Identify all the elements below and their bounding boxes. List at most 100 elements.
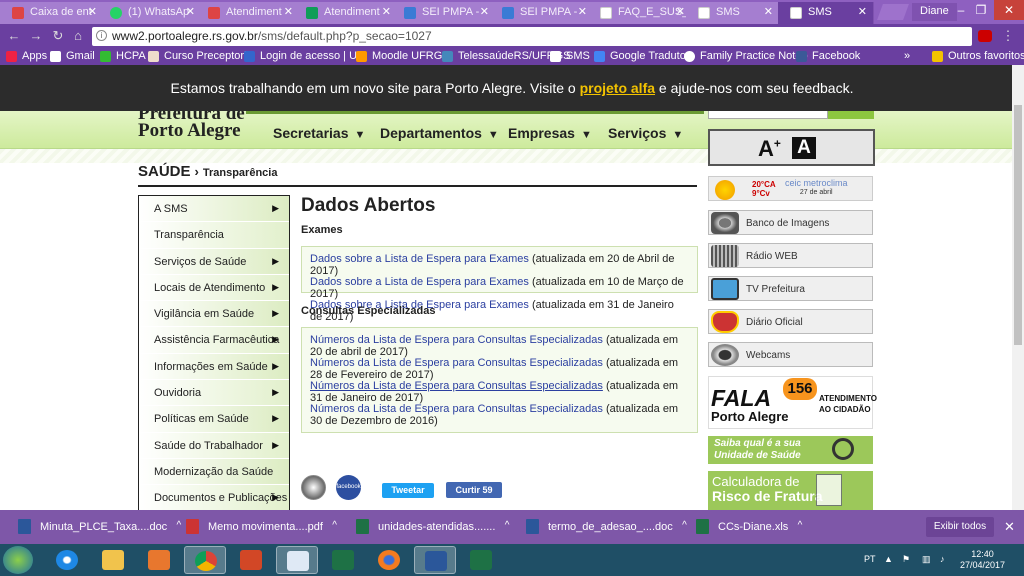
tab-gmail[interactable]: Caixa de ent ✕: [0, 2, 104, 24]
nav-servicos[interactable]: Serviços ▼: [608, 125, 683, 141]
tab-atendimento-mail[interactable]: Atendiment ✕: [196, 2, 300, 24]
taskbar-chrome[interactable]: [184, 546, 226, 574]
fala-156-banner[interactable]: FALA 156 Porto Alegre ATENDIMENTO AO CIDA…: [708, 376, 877, 429]
bookmark-gmail[interactable]: Gmail: [50, 50, 95, 62]
menu-item-servicos-saude[interactable]: Serviços de Saúde ▶: [139, 248, 289, 275]
taskbar-notepad[interactable]: [276, 546, 318, 574]
nav-secretarias[interactable]: Secretarias ▼: [273, 125, 365, 141]
scrollbar-thumb[interactable]: [1014, 105, 1022, 345]
sidebar-radio-web[interactable]: Rádio WEB: [708, 243, 873, 268]
facebook-icon[interactable]: facebook: [336, 475, 361, 500]
download-item[interactable]: Minuta_PLCE_Taxa....doc ^: [10, 516, 181, 538]
close-tab-icon[interactable]: ✕: [88, 5, 97, 18]
bookmark-sms[interactable]: SMS: [550, 50, 590, 62]
taskbar-explorer[interactable]: [92, 546, 134, 574]
calculadora-banner[interactable]: Calculadora de Risco de Fratura: [708, 471, 873, 510]
forward-icon[interactable]: →: [28, 28, 44, 44]
consultas-link[interactable]: Números da Lista de Espera para Consulta…: [310, 403, 603, 415]
maximize-icon[interactable]: ❐: [970, 0, 992, 20]
tab-sei-2[interactable]: SEI PMPA - ✕: [490, 2, 594, 24]
menu-icon[interactable]: ⋮: [1000, 28, 1016, 44]
close-tab-icon[interactable]: ✕: [480, 5, 489, 18]
nav-empresas[interactable]: Empresas ▼: [508, 125, 592, 141]
close-tab-icon[interactable]: ✕: [676, 5, 685, 18]
menu-item-modernizacao[interactable]: Modernização da Saúde: [139, 458, 289, 486]
nav-departamentos[interactable]: Departamentos ▼: [380, 125, 499, 141]
bookmark-family[interactable]: Family Practice Noteb: [684, 50, 808, 62]
consultas-link[interactable]: Números da Lista de Espera para Consulta…: [310, 357, 603, 369]
chevron-up-icon[interactable]: ^: [682, 520, 687, 531]
menu-item-ouvidoria[interactable]: Ouvidoria ▶: [139, 380, 289, 407]
font-increase-button[interactable]: A+: [758, 136, 781, 162]
taskbar-excel-2[interactable]: [460, 546, 502, 574]
info-icon[interactable]: i: [96, 30, 107, 41]
like-button[interactable]: Curtir 59: [446, 482, 502, 498]
close-window-icon[interactable]: ✕: [994, 0, 1024, 20]
tab-atendimento-sheet[interactable]: Atendiment ✕: [294, 2, 398, 24]
close-tab-icon[interactable]: ✕: [764, 5, 773, 18]
menu-item-transparencia[interactable]: Transparência: [139, 222, 289, 249]
home-icon[interactable]: ⌂: [70, 28, 86, 44]
taskbar-powerpoint[interactable]: [230, 546, 272, 574]
prefeitura-logo[interactable]: Prefeitura de Porto Alegre: [138, 111, 245, 140]
download-item[interactable]: Memo movimenta....pdf ^: [178, 516, 337, 538]
exames-link[interactable]: Dados sobre a Lista de Espera para Exame…: [310, 253, 529, 265]
tab-faq[interactable]: FAQ_E_SUS_ ✕: [588, 2, 692, 24]
language-indicator[interactable]: PT: [864, 554, 876, 564]
reload-icon[interactable]: ↻: [50, 28, 66, 44]
breadcrumb-section[interactable]: SAÚDE: [138, 163, 191, 180]
taskbar-excel-1[interactable]: [322, 546, 364, 574]
taskbar-word[interactable]: [414, 546, 456, 574]
consultas-link[interactable]: Números da Lista de Espera para Consulta…: [310, 334, 603, 346]
taskbar-clock[interactable]: 12:40 27/04/2017: [960, 549, 1005, 571]
menu-item-politicas[interactable]: Políticas em Saúde ▶: [139, 406, 289, 433]
download-item[interactable]: termo_de_adesao_....doc ^: [518, 516, 687, 538]
tweet-button[interactable]: Tweetar: [382, 483, 434, 498]
chevron-up-icon[interactable]: ^: [505, 520, 510, 531]
bookmark-hcpa[interactable]: HCPA: [100, 50, 146, 62]
sidebar-webcams[interactable]: Webcams: [708, 342, 873, 367]
bookmarks-overflow[interactable]: »: [904, 50, 910, 62]
contrast-button[interactable]: A: [792, 137, 816, 159]
flag-icon[interactable]: ⚑: [902, 554, 910, 565]
close-tab-icon[interactable]: ✕: [284, 5, 293, 18]
sidebar-tv-prefeitura[interactable]: TV Prefeitura: [708, 276, 873, 301]
menu-item-locais[interactable]: Locais de Atendimento ▶: [139, 274, 289, 302]
close-tab-icon[interactable]: ✕: [578, 5, 587, 18]
close-tab-icon[interactable]: ✕: [858, 5, 867, 18]
bookmark-apps[interactable]: Apps: [6, 50, 47, 62]
site-search-input[interactable]: [708, 111, 828, 119]
menu-item-a-sms[interactable]: A SMS ▶: [139, 196, 289, 223]
sidebar-banco-imagens[interactable]: Banco de Imagens: [708, 210, 873, 235]
menu-item-vigilancia[interactable]: Vigilância em Saúde ▶: [139, 301, 289, 328]
exames-link[interactable]: Dados sobre a Lista de Espera para Exame…: [310, 276, 529, 288]
saiba-unidade-banner[interactable]: Saiba qual é a sua Unidade de Saúde: [708, 436, 873, 464]
chevron-up-icon[interactable]: ^: [332, 520, 337, 531]
close-tab-icon[interactable]: ✕: [186, 5, 195, 18]
download-item[interactable]: CCs-Diane.xls ^: [688, 516, 802, 538]
close-download-bar-icon[interactable]: ✕: [1004, 519, 1015, 535]
bookmark-login[interactable]: Login de acesso | UN: [244, 50, 365, 62]
weather-widget[interactable]: 20°CA 9°Cv ceic metroclima 27 de abril: [708, 176, 873, 201]
bookmark-outros[interactable]: Outros favoritos: [932, 50, 1024, 62]
menu-item-trabalhador[interactable]: Saúde do Trabalhador ▶: [139, 432, 289, 459]
site-search-button[interactable]: [828, 111, 874, 119]
show-all-downloads-button[interactable]: Exibir todos: [926, 517, 994, 537]
volume-icon[interactable]: ♪: [940, 554, 945, 564]
bookmark-tradutor[interactable]: Google Tradutor: [594, 50, 690, 62]
tab-sms-1[interactable]: SMS ✕: [686, 2, 780, 24]
chevron-up-icon[interactable]: ^: [798, 520, 803, 531]
download-item[interactable]: unidades-atendidas....... ^: [348, 516, 509, 538]
back-icon[interactable]: ←: [6, 28, 22, 44]
page-scrollbar[interactable]: [1012, 65, 1024, 510]
start-button[interactable]: [3, 546, 33, 574]
projeto-alfa-link[interactable]: projeto alfa: [580, 80, 655, 96]
new-tab-button[interactable]: [877, 4, 909, 20]
share-circle-icon[interactable]: [301, 475, 326, 500]
extension-icon[interactable]: [978, 30, 992, 42]
close-tab-icon[interactable]: ✕: [382, 5, 391, 18]
taskbar-ie[interactable]: [46, 546, 88, 574]
taskbar-firefox[interactable]: [368, 546, 410, 574]
tab-sei-1[interactable]: SEI PMPA - ✕: [392, 2, 496, 24]
network-icon[interactable]: ▥: [922, 554, 931, 565]
